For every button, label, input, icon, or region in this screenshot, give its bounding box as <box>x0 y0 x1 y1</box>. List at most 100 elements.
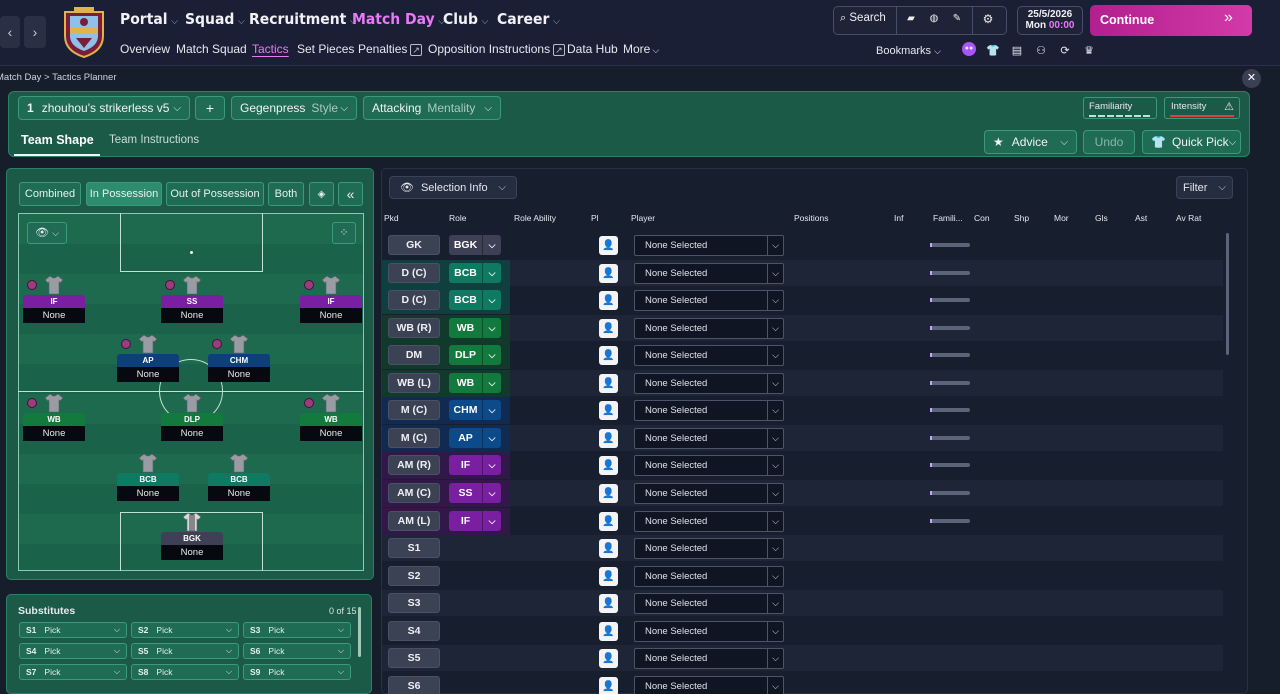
nav-recruitment[interactable]: Recruitment ⌵ <box>249 10 357 28</box>
people-icon[interactable]: ⚇ <box>1034 44 1048 58</box>
view-toggle[interactable]: 👁 ⌵ <box>27 222 67 244</box>
nav-club[interactable]: Club ⌵ <box>443 10 488 28</box>
role-selector[interactable]: BCB ⌵ <box>449 262 501 283</box>
pitch-player-slot[interactable]: AP None <box>117 334 179 389</box>
player-info-icon[interactable]: 👤 <box>599 428 618 448</box>
formation-settings-icon[interactable]: ◈ <box>309 182 334 206</box>
position-label[interactable]: M (C) <box>388 400 440 421</box>
search-button[interactable]: ⌕ Search <box>840 12 886 25</box>
globe-icon[interactable]: ◍ <box>927 13 941 27</box>
substitute-slot[interactable]: S3 Pick ⌵ <box>243 622 351 638</box>
player-select[interactable]: None Selected ⌵ <box>634 372 784 394</box>
style-selector[interactable]: Gegenpress Style ⌵ <box>231 96 357 120</box>
player-select[interactable]: None Selected ⌵ <box>634 648 784 670</box>
player-info-icon[interactable]: 👤 <box>599 373 618 393</box>
breadcrumb-match-day[interactable]: Match Day <box>0 72 41 83</box>
trophy-icon[interactable]: ♛ <box>1082 44 1096 58</box>
pitch-player-slot[interactable]: WB None <box>23 393 85 448</box>
table-row[interactable]: S4 👤 None Selected ⌵ <box>382 618 1223 644</box>
club-crest-logo[interactable] <box>62 6 106 58</box>
substitute-slot[interactable]: S9 Pick ⌵ <box>243 664 351 680</box>
player-select[interactable]: None Selected ⌵ <box>634 262 784 284</box>
column-header[interactable]: Role Ability <box>514 213 556 223</box>
tab-team-instructions[interactable]: Team Instructions <box>109 134 199 146</box>
position-label[interactable]: AM (C) <box>388 482 440 503</box>
position-label[interactable]: WB (L) <box>388 372 440 393</box>
pitch-player-slot[interactable]: BGK None <box>161 512 223 567</box>
refresh-icon[interactable]: ⟳ <box>1058 44 1072 58</box>
undo-button[interactable]: Undo <box>1083 130 1135 154</box>
subnav-tactics[interactable]: Tactics <box>252 42 289 56</box>
grid-toggle-icon[interactable]: ⁘ <box>332 222 356 244</box>
player-select[interactable]: None Selected ⌵ <box>634 510 784 532</box>
subnav-penalties[interactable]: Penalties ↗ <box>358 42 422 56</box>
position-label[interactable]: D (C) <box>388 290 440 311</box>
chat-icon[interactable]: ●● <box>962 42 976 56</box>
column-header[interactable]: Pkd <box>384 213 399 223</box>
pitch-player-slot[interactable]: SS None <box>161 275 223 330</box>
nav-career[interactable]: Career ⌵ <box>497 10 560 28</box>
mentality-selector[interactable]: Attacking Mentality ⌵ <box>363 96 501 120</box>
position-label[interactable]: WB (R) <box>388 317 440 338</box>
role-selector[interactable]: SS ⌵ <box>449 482 501 503</box>
role-selector[interactable]: WB ⌵ <box>449 317 501 338</box>
role-selector[interactable]: BCB ⌵ <box>449 290 501 311</box>
player-info-icon[interactable]: 👤 <box>599 346 618 366</box>
subnav-overview[interactable]: Overview <box>120 42 170 56</box>
table-row[interactable]: DM DLP ⌵ 👤 None Selected ⌵ <box>382 342 1223 370</box>
subnav-set-pieces[interactable]: Set Pieces <box>297 42 354 56</box>
player-info-icon[interactable]: 👤 <box>599 318 618 338</box>
substitute-slot[interactable]: S5 Pick ⌵ <box>131 643 239 659</box>
phase-combined[interactable]: Combined <box>19 182 81 206</box>
player-select[interactable]: None Selected ⌵ <box>634 290 784 312</box>
table-row[interactable]: WB (L) WB ⌵ 👤 None Selected ⌵ <box>382 369 1223 397</box>
role-selector[interactable]: IF ⌵ <box>449 455 501 476</box>
player-info-icon[interactable]: 👤 <box>599 511 618 531</box>
role-selector[interactable]: WB ⌵ <box>449 372 501 393</box>
substitute-slot[interactable]: S6 Pick ⌵ <box>243 643 351 659</box>
phase-out-of-possession[interactable]: Out of Possession <box>166 182 264 206</box>
nav-portal[interactable]: Portal ⌵ <box>120 10 178 28</box>
position-label[interactable]: S3 <box>388 593 440 614</box>
substitute-slot[interactable]: S7 Pick ⌵ <box>19 664 127 680</box>
player-select[interactable]: None Selected ⌵ <box>634 317 784 339</box>
player-info-icon[interactable]: 👤 <box>599 236 618 255</box>
column-header[interactable]: Ast <box>1135 213 1147 223</box>
table-row[interactable]: WB (R) WB ⌵ 👤 None Selected ⌵ <box>382 314 1223 342</box>
substitute-slot[interactable]: S8 Pick ⌵ <box>131 664 239 680</box>
substitute-slot[interactable]: S1 Pick ⌵ <box>19 622 127 638</box>
position-label[interactable]: S4 <box>388 620 440 641</box>
table-row[interactable]: D (C) BCB ⌵ 👤 None Selected ⌵ <box>382 259 1223 287</box>
player-info-icon[interactable]: 👤 <box>599 539 618 559</box>
continue-button[interactable]: Continue » <box>1090 5 1252 36</box>
position-label[interactable]: S1 <box>388 538 440 559</box>
player-select[interactable]: None Selected ⌵ <box>634 482 784 504</box>
subnav-match-squad[interactable]: Match Squad <box>176 42 247 56</box>
player-info-icon[interactable]: 👤 <box>599 676 618 694</box>
column-header[interactable]: Con <box>974 213 990 223</box>
player-info-icon[interactable]: 👤 <box>599 566 618 586</box>
player-select[interactable]: None Selected ⌵ <box>634 345 784 367</box>
column-header[interactable]: Mor <box>1054 213 1069 223</box>
phase-in-possession[interactable]: In Possession <box>86 182 162 206</box>
column-header[interactable]: Famili... <box>933 213 963 223</box>
player-info-icon[interactable]: 👤 <box>599 456 618 476</box>
collapse-icon[interactable]: « <box>338 182 363 206</box>
position-label[interactable]: AM (L) <box>388 510 440 531</box>
player-info-icon[interactable]: 👤 <box>599 483 618 503</box>
subnav-opposition-instructions[interactable]: Opposition Instructions ↗ <box>428 42 565 56</box>
column-header[interactable]: Inf <box>894 213 903 223</box>
player-info-icon[interactable]: 👤 <box>599 621 618 641</box>
position-label[interactable]: S6 <box>388 675 440 694</box>
tab-team-shape[interactable]: Team Shape <box>21 133 94 147</box>
notebook-icon[interactable]: ▤ <box>1010 44 1024 58</box>
player-info-icon[interactable]: 👤 <box>599 594 618 614</box>
table-row[interactable]: AM (L) IF ⌵ 👤 None Selected ⌵ <box>382 507 1223 535</box>
advice-button[interactable]: ★ Advice ⌵ <box>984 130 1077 154</box>
role-selector[interactable]: AP ⌵ <box>449 427 501 448</box>
pitch-player-slot[interactable]: IF None <box>300 275 362 330</box>
forward-button[interactable]: › <box>24 16 46 48</box>
table-row[interactable]: S5 👤 None Selected ⌵ <box>382 645 1223 672</box>
player-select[interactable]: None Selected ⌵ <box>634 455 784 477</box>
column-header[interactable]: Pl <box>591 213 599 223</box>
